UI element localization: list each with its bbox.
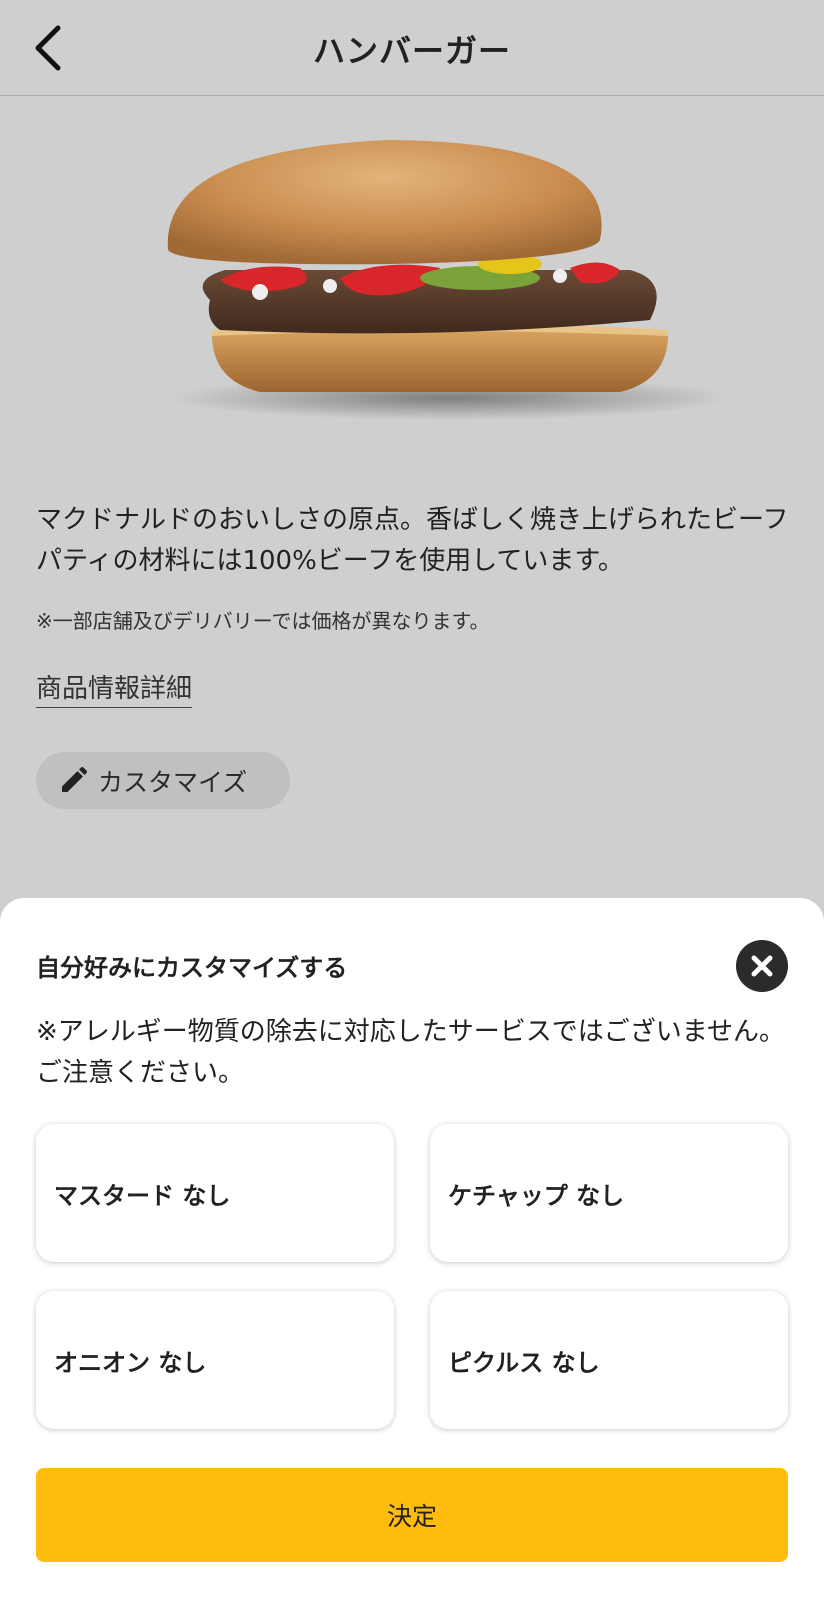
option-no-mustard[interactable]: マスタード なし	[36, 1124, 394, 1262]
price-note: ※一部店舗及びデリバリーでは価格が異なります。	[36, 609, 490, 633]
customize-sheet: 自分好みにカスタマイズする ※アレルギー物質の除去に対応したサービスではございま…	[0, 898, 824, 1600]
hamburger-photo	[167, 140, 730, 420]
close-button[interactable]	[736, 940, 788, 992]
option-no-onion[interactable]: オニオン なし	[36, 1291, 394, 1429]
sheet-title: 自分好みにカスタマイズする	[36, 954, 348, 982]
page-title: ハンバーガー	[312, 32, 511, 70]
app-header: ハンバーガー	[0, 0, 824, 96]
customize-button[interactable]: カスタマイズ	[36, 752, 290, 809]
customize-label: カスタマイズ	[98, 767, 248, 797]
allergy-warning: ※アレルギー物質の除去に対応したサービスではございません。ご注意ください。	[36, 1017, 786, 1088]
confirm-button[interactable]: 決定	[36, 1468, 788, 1562]
close-icon	[751, 955, 773, 977]
pencil-icon	[62, 766, 87, 792]
option-no-ketchup[interactable]: ケチャップ なし	[430, 1124, 788, 1262]
product-details-link[interactable]: 商品情報詳細	[36, 668, 193, 708]
product-description: マクドナルドのおいしさの原点。香ばしく焼き上げられたビーフパティの材料には100…	[36, 505, 789, 576]
option-no-pickles[interactable]: ピクルス なし	[430, 1291, 788, 1429]
